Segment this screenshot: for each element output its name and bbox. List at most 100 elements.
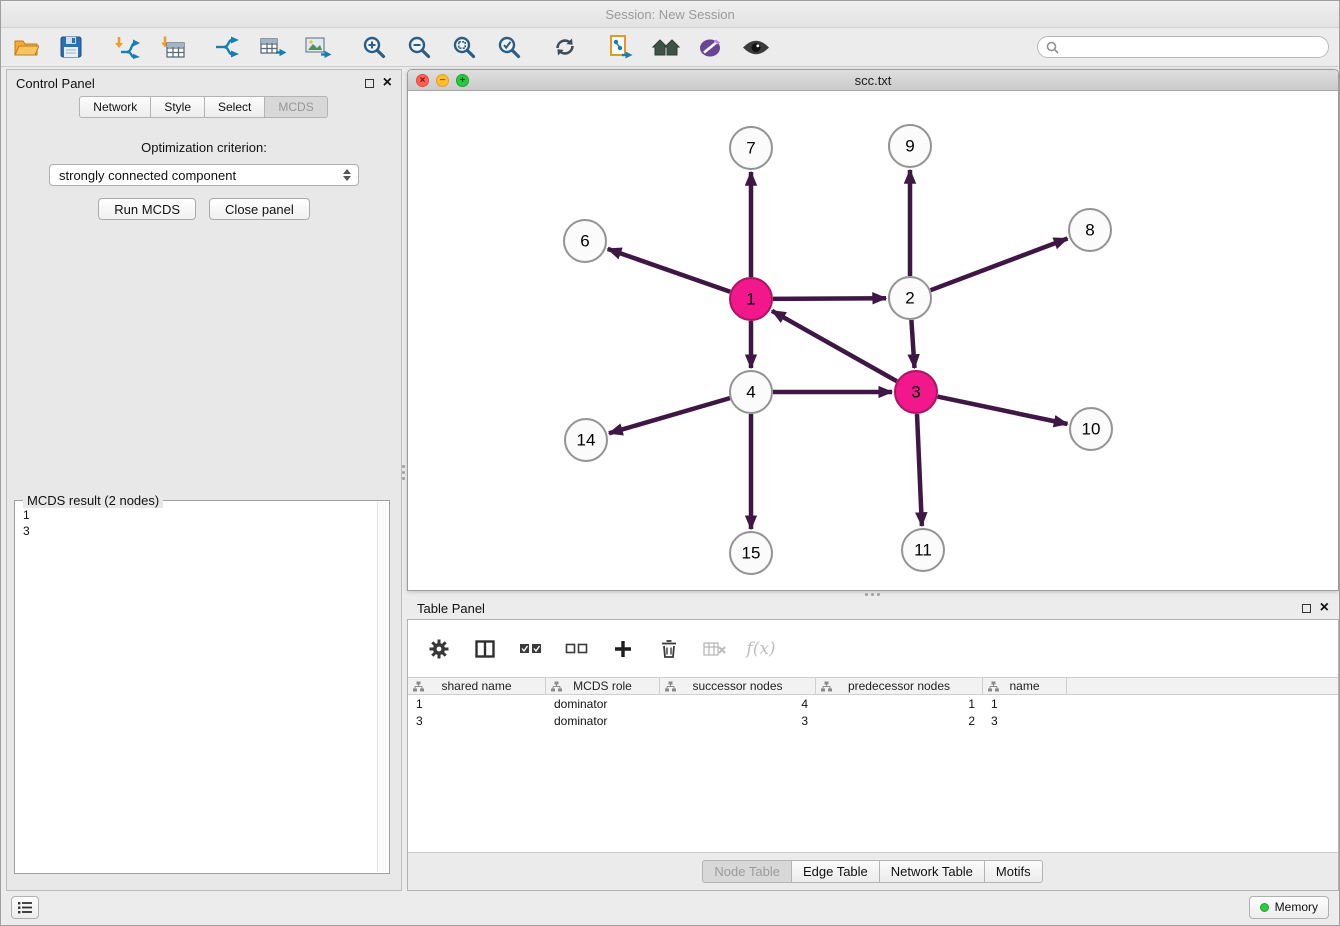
graph-node-4[interactable]: 4	[730, 371, 772, 413]
column-label: predecessor nodes	[848, 679, 950, 693]
graph-edge-2-8[interactable]	[931, 239, 1068, 291]
delete-table-button[interactable]	[700, 634, 730, 664]
column-header-name[interactable]: name	[983, 678, 1067, 694]
column-header-predecessor-nodes[interactable]: predecessor nodes	[816, 678, 983, 694]
network-canvas[interactable]: 7 9 6 8 1 2 4 3 14 10 15 11	[408, 91, 1338, 590]
svg-text:9: 9	[905, 137, 914, 156]
close-table-panel-icon[interactable]: ×	[1320, 600, 1329, 616]
table-row[interactable]: 3dominator323	[408, 712, 1338, 729]
graph-node-14[interactable]: 14	[565, 419, 607, 461]
graph-edge-1-2[interactable]	[773, 298, 886, 299]
graph-node-2[interactable]: 2	[889, 277, 931, 319]
zoom-fit-icon	[452, 35, 476, 59]
save-session-button[interactable]	[56, 32, 86, 62]
zoom-out-button[interactable]	[404, 32, 434, 62]
table-cell: 1	[408, 697, 546, 711]
tab-node-table[interactable]: Node Table	[702, 860, 792, 883]
tab-network[interactable]: Network	[79, 96, 151, 118]
optimization-criterion-select[interactable]: strongly connected component	[49, 164, 359, 186]
close-control-panel-icon[interactable]: ×	[383, 75, 392, 91]
graph-node-1[interactable]: 1	[730, 278, 772, 320]
clone-network-button[interactable]	[606, 32, 636, 62]
graph-node-10[interactable]: 10	[1070, 408, 1112, 450]
float-table-panel-icon[interactable]	[1302, 604, 1311, 613]
export-table-icon	[260, 36, 287, 58]
table-cell: 1	[816, 697, 983, 711]
function-builder-button[interactable]: f(x)	[746, 634, 776, 664]
deselect-all-button[interactable]	[562, 634, 592, 664]
float-panel-icon[interactable]	[365, 79, 374, 88]
export-table-button[interactable]	[258, 32, 288, 62]
run-mcds-button[interactable]: Run MCDS	[98, 198, 196, 220]
svg-text:1: 1	[746, 290, 755, 309]
show-columns-icon	[475, 640, 495, 658]
svg-text:4: 4	[746, 383, 755, 402]
memory-status-dot	[1260, 903, 1269, 912]
zoom-in-button[interactable]	[359, 32, 389, 62]
table-toolbar: f(x)	[408, 620, 1338, 677]
show-columns-button[interactable]	[470, 634, 500, 664]
table-row[interactable]: 1dominator411	[408, 695, 1338, 712]
network-window-titlebar: × − + scc.txt	[408, 70, 1338, 91]
graph-edge-1-6[interactable]	[608, 249, 731, 292]
delete-row-button[interactable]	[654, 634, 684, 664]
tab-edge-table[interactable]: Edge Table	[791, 860, 880, 883]
tab-motifs[interactable]: Motifs	[984, 860, 1043, 883]
graph-edge-2-3[interactable]	[911, 320, 914, 368]
tab-select[interactable]: Select	[204, 96, 265, 118]
zoom-fit-button[interactable]	[449, 32, 479, 62]
column-header-shared-name[interactable]: shared name	[408, 678, 546, 694]
table-panel: Table Panel × f(x) shared nameMCDS roles…	[407, 597, 1339, 891]
show-details-icon	[742, 39, 770, 56]
svg-text:6: 6	[580, 232, 589, 251]
import-network-button[interactable]	[112, 32, 142, 62]
search-input[interactable]	[1064, 40, 1320, 55]
tab-style[interactable]: Style	[150, 96, 205, 118]
annotation-button[interactable]	[696, 32, 726, 62]
close-panel-button[interactable]: Close panel	[209, 198, 310, 220]
close-window-button[interactable]: ×	[416, 74, 429, 87]
svg-text:3: 3	[911, 383, 920, 402]
open-session-icon	[13, 36, 39, 58]
add-button[interactable]	[608, 634, 638, 664]
open-session-button[interactable]	[11, 32, 41, 62]
graph-edge-3-11[interactable]	[917, 414, 922, 526]
zoom-selected-button[interactable]	[494, 32, 524, 62]
deselect-all-icon	[565, 642, 589, 655]
search-box[interactable]	[1037, 36, 1329, 58]
graph-node-9[interactable]: 9	[889, 125, 931, 167]
layout-refresh-button[interactable]	[550, 32, 580, 62]
column-header-successor-nodes[interactable]: successor nodes	[660, 678, 816, 694]
graph-node-8[interactable]: 8	[1069, 209, 1111, 251]
graph-node-7[interactable]: 7	[730, 127, 772, 169]
tab-network-table[interactable]: Network Table	[879, 860, 985, 883]
maximize-window-button[interactable]: +	[456, 74, 469, 87]
graph-node-6[interactable]: 6	[564, 220, 606, 262]
graph-node-15[interactable]: 15	[730, 532, 772, 574]
svg-text:7: 7	[746, 139, 755, 158]
graph-node-3[interactable]: 3	[895, 371, 937, 413]
export-image-button[interactable]	[303, 32, 333, 62]
vertical-splitter-handle[interactable]	[400, 459, 407, 485]
save-session-icon	[60, 36, 82, 58]
delete-table-icon	[703, 641, 727, 657]
export-network-button[interactable]	[213, 32, 243, 62]
graph-edge-3-10[interactable]	[938, 397, 1068, 424]
select-all-button[interactable]	[516, 634, 546, 664]
tab-mcds[interactable]: MCDS	[264, 96, 327, 118]
graph-edge-3-1[interactable]	[772, 311, 897, 381]
table-settings-button[interactable]	[424, 634, 454, 664]
result-scrollbar[interactable]	[377, 502, 388, 872]
import-table-button[interactable]	[157, 32, 187, 62]
minimize-window-button[interactable]: −	[436, 74, 449, 87]
memory-button[interactable]: Memory	[1249, 896, 1329, 919]
table-cell: 4	[660, 697, 816, 711]
houses-button[interactable]	[651, 32, 681, 62]
column-header-mcds-role[interactable]: MCDS role	[546, 678, 660, 694]
show-details-button[interactable]	[741, 32, 771, 62]
table-cell: 1	[983, 697, 1067, 711]
graph-node-11[interactable]: 11	[902, 529, 944, 571]
chevron-updown-icon	[343, 169, 351, 181]
task-history-button[interactable]	[11, 896, 39, 919]
graph-edge-4-14[interactable]	[609, 398, 730, 433]
